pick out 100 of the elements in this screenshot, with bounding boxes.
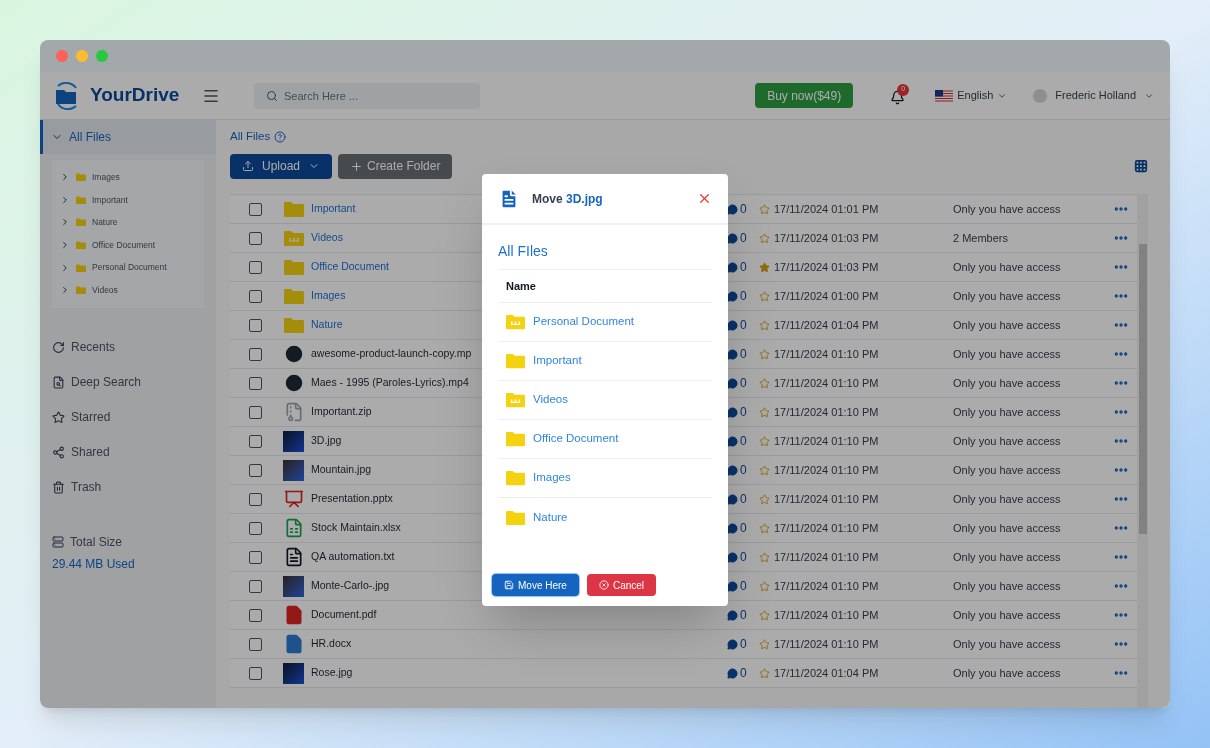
nav-item[interactable]: Deep Search — [40, 364, 216, 400]
comment-icon[interactable] — [727, 493, 738, 505]
close-icon[interactable] — [697, 191, 712, 206]
refresh-icon — [52, 340, 65, 354]
comment-icon[interactable] — [727, 522, 738, 534]
dialog-title: Move 3D.jpg — [532, 190, 603, 208]
folder-link[interactable]: Nature — [311, 318, 343, 331]
star-icon[interactable] — [759, 580, 770, 592]
tree-item[interactable]: Personal Document — [52, 256, 204, 279]
star-icon[interactable] — [759, 406, 770, 418]
tree-item[interactable]: Nature — [52, 211, 204, 234]
nav-item[interactable]: Shared — [40, 434, 216, 470]
star-icon[interactable] — [759, 522, 770, 534]
grid-view-icon[interactable] — [1134, 159, 1148, 173]
star-icon[interactable] — [759, 609, 770, 621]
date-cell-text: 17/11/2024 01:10 PM — [774, 520, 879, 536]
row-checkbox[interactable] — [248, 347, 262, 361]
nav-item[interactable]: Trash — [40, 469, 216, 505]
star-icon[interactable] — [759, 319, 770, 331]
star-icon[interactable] — [759, 348, 770, 360]
comment-icon[interactable] — [727, 261, 738, 273]
comment-icon[interactable] — [727, 319, 738, 331]
access-cell: Only you have access — [953, 492, 1061, 505]
star-icon[interactable] — [759, 203, 770, 215]
shared-folder-icon — [506, 392, 525, 408]
language-selector[interactable]: English — [935, 87, 1008, 104]
tree-item[interactable]: Office Document — [52, 233, 204, 257]
star-icon[interactable] — [759, 232, 770, 244]
row-checkbox[interactable] — [248, 260, 262, 274]
folder-link[interactable]: Office Document — [311, 260, 389, 273]
move-here-button[interactable]: Move Here — [492, 574, 579, 596]
comment-icon[interactable] — [727, 348, 738, 360]
star-icon[interactable] — [759, 667, 770, 679]
star-icon[interactable] — [759, 435, 770, 447]
star-icon[interactable] — [759, 493, 770, 505]
comment-icon[interactable] — [727, 580, 738, 592]
row-checkbox[interactable] — [248, 318, 262, 332]
folder-link[interactable]: Videos — [311, 231, 343, 244]
nav-item[interactable]: Recents — [40, 329, 216, 365]
comment-count: 0 — [740, 433, 747, 450]
image-thumbnail — [283, 575, 304, 597]
folder-option[interactable]: Nature — [498, 498, 712, 537]
nav-item[interactable]: Starred — [40, 399, 216, 435]
row-checkbox[interactable] — [248, 434, 262, 448]
trash-icon — [52, 480, 65, 494]
folder-link[interactable]: Images — [311, 289, 346, 302]
folder-option[interactable]: Images — [498, 459, 712, 498]
create-folder-button[interactable]: Create Folder — [338, 153, 453, 179]
comment-icon[interactable] — [727, 667, 738, 679]
folder-option[interactable]: Videos — [498, 381, 712, 420]
slides-icon — [283, 489, 304, 509]
tree-item[interactable]: Images — [52, 166, 204, 189]
row-checkbox[interactable] — [248, 637, 262, 651]
star-icon[interactable] — [759, 290, 770, 302]
search-field[interactable]: Search Here ... — [254, 82, 480, 109]
row-checkbox[interactable] — [248, 405, 262, 419]
upload-button[interactable]: Upload — [230, 153, 333, 179]
row-checkbox[interactable] — [248, 521, 262, 535]
comment-icon[interactable] — [727, 609, 738, 621]
date-cell-text: 17/11/2024 01:03 PM — [774, 230, 879, 246]
folder-option[interactable]: Personal Document — [498, 303, 712, 342]
file-name: Important.zip — [311, 405, 372, 418]
star-icon[interactable] — [759, 551, 770, 563]
buy-now-button[interactable]: Buy now($49) — [755, 83, 854, 108]
tree-item[interactable]: Videos — [52, 278, 204, 302]
comment-icon[interactable] — [727, 203, 738, 215]
row-checkbox[interactable] — [248, 492, 262, 506]
access-cell: Only you have access — [953, 463, 1061, 476]
comment-icon[interactable] — [727, 435, 738, 447]
star-icon[interactable] — [759, 261, 770, 273]
folder-link[interactable]: Important — [311, 202, 356, 215]
comment-icon[interactable] — [727, 464, 738, 476]
comment-icon[interactable] — [727, 290, 738, 302]
tree-item[interactable]: Important — [52, 188, 204, 212]
tree-item[interactable]: All Files — [40, 120, 216, 154]
breadcrumb-link[interactable]: All Files — [230, 128, 271, 146]
row-checkbox[interactable] — [248, 608, 262, 622]
comment-icon[interactable] — [727, 232, 738, 244]
user-menu[interactable]: Frederic Holland — [1033, 87, 1154, 104]
comment-icon[interactable] — [727, 377, 738, 389]
folder-icon — [76, 286, 86, 295]
row-checkbox[interactable] — [248, 550, 262, 564]
file-name: Rose.jpg — [311, 666, 353, 679]
row-checkbox[interactable] — [248, 463, 262, 477]
cancel-button[interactable]: Cancel — [586, 574, 657, 596]
row-checkbox[interactable] — [248, 202, 262, 216]
comment-icon[interactable] — [727, 638, 738, 650]
comment-icon[interactable] — [727, 406, 738, 418]
star-icon[interactable] — [759, 464, 770, 476]
row-checkbox[interactable] — [248, 579, 262, 593]
folder-option[interactable]: Office Document — [498, 420, 712, 459]
row-checkbox[interactable] — [248, 666, 262, 680]
row-checkbox[interactable] — [248, 376, 262, 390]
folder-option[interactable]: Important — [498, 342, 712, 381]
star-icon[interactable] — [759, 377, 770, 389]
star-icon[interactable] — [759, 638, 770, 650]
row-checkbox[interactable] — [248, 231, 262, 245]
access-cell: Only you have access — [953, 202, 1061, 215]
comment-icon[interactable] — [727, 551, 738, 563]
row-checkbox[interactable] — [248, 289, 262, 303]
